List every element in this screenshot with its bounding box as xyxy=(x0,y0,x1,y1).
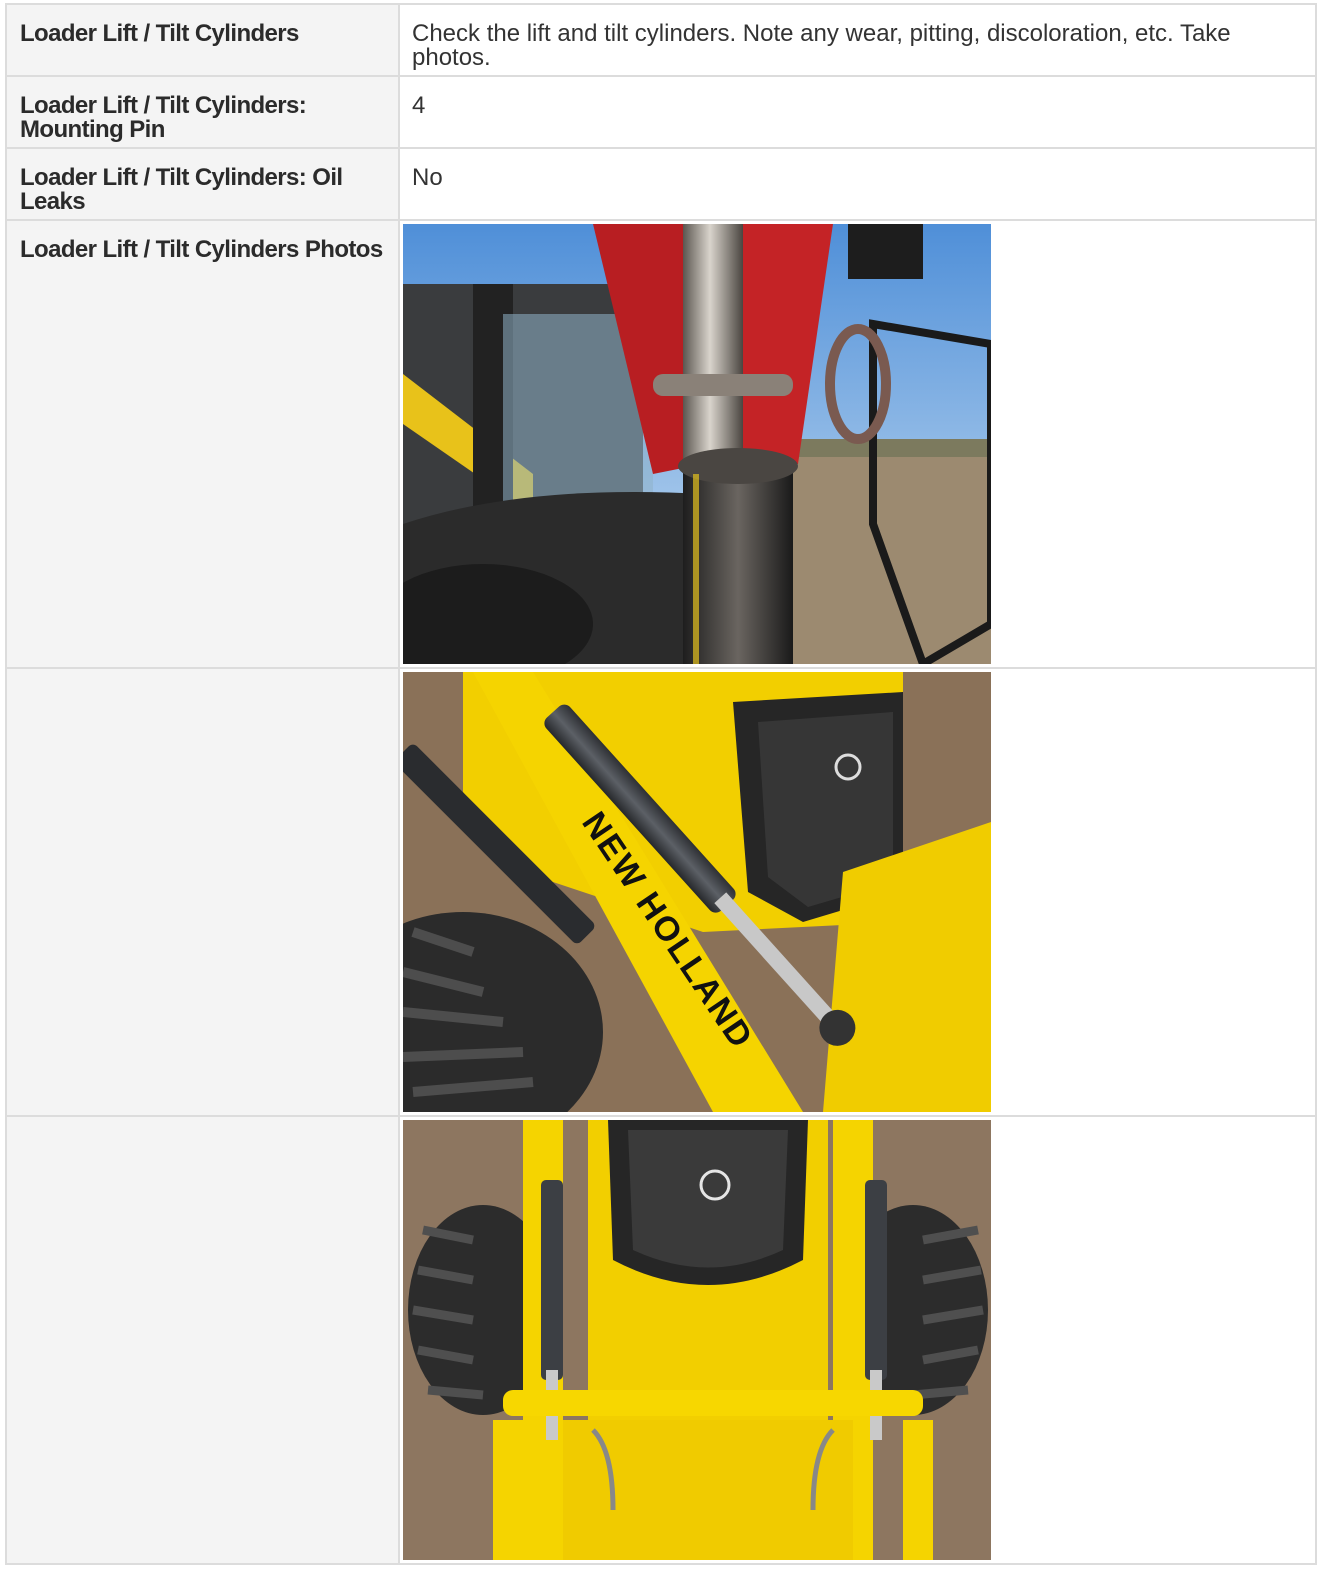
table-row: Loader Lift / Tilt Cylinders: Oil Leaks … xyxy=(5,147,1317,221)
row-label-cell: Loader Lift / Tilt Cylinders xyxy=(5,3,400,77)
row-value-cell: 4 xyxy=(398,75,1317,149)
photo-cylinder-closeup xyxy=(403,224,991,664)
inspection-photo-3[interactable] xyxy=(403,1120,991,1560)
photos-label-cell-empty xyxy=(5,667,400,1117)
row-label: Loader Lift / Tilt Cylinders: Oil Leaks xyxy=(20,164,343,215)
photos-label-cell-empty xyxy=(5,1115,400,1565)
table-row: Loader Lift / Tilt Cylinders Check the l… xyxy=(5,3,1317,77)
row-value: No xyxy=(412,164,443,191)
photo-cell xyxy=(398,1115,1317,1565)
photo-row: NEW HOLLAND xyxy=(5,667,1317,1117)
inspection-photo-1[interactable] xyxy=(403,224,991,664)
row-label-cell: Loader Lift / Tilt Cylinders: Oil Leaks xyxy=(5,147,400,221)
row-value: Check the lift and tilt cylinders. Note … xyxy=(412,20,1231,71)
row-label-cell: Loader Lift / Tilt Cylinders: Mounting P… xyxy=(5,75,400,149)
row-value-cell: No xyxy=(398,147,1317,221)
row-label: Loader Lift / Tilt Cylinders xyxy=(20,20,299,47)
inspection-table: Loader Lift / Tilt Cylinders Check the l… xyxy=(5,3,1317,1565)
photo-row: Loader Lift / Tilt Cylinders Photos xyxy=(5,219,1317,669)
row-value: 4 xyxy=(412,92,426,119)
inspection-photo-2[interactable]: NEW HOLLAND xyxy=(403,672,991,1112)
photos-label: Loader Lift / Tilt Cylinders Photos xyxy=(20,236,383,263)
photo-cell xyxy=(398,219,1317,669)
row-value-cell: Check the lift and tilt cylinders. Note … xyxy=(398,3,1317,77)
photo-row xyxy=(5,1115,1317,1565)
row-label: Loader Lift / Tilt Cylinders: Mounting P… xyxy=(20,92,307,143)
photos-label-cell: Loader Lift / Tilt Cylinders Photos xyxy=(5,219,400,669)
photo-cell: NEW HOLLAND xyxy=(398,667,1317,1117)
photo-loader-front xyxy=(403,1120,991,1560)
table-row: Loader Lift / Tilt Cylinders: Mounting P… xyxy=(5,75,1317,149)
photo-loader-arm: NEW HOLLAND xyxy=(403,672,991,1112)
